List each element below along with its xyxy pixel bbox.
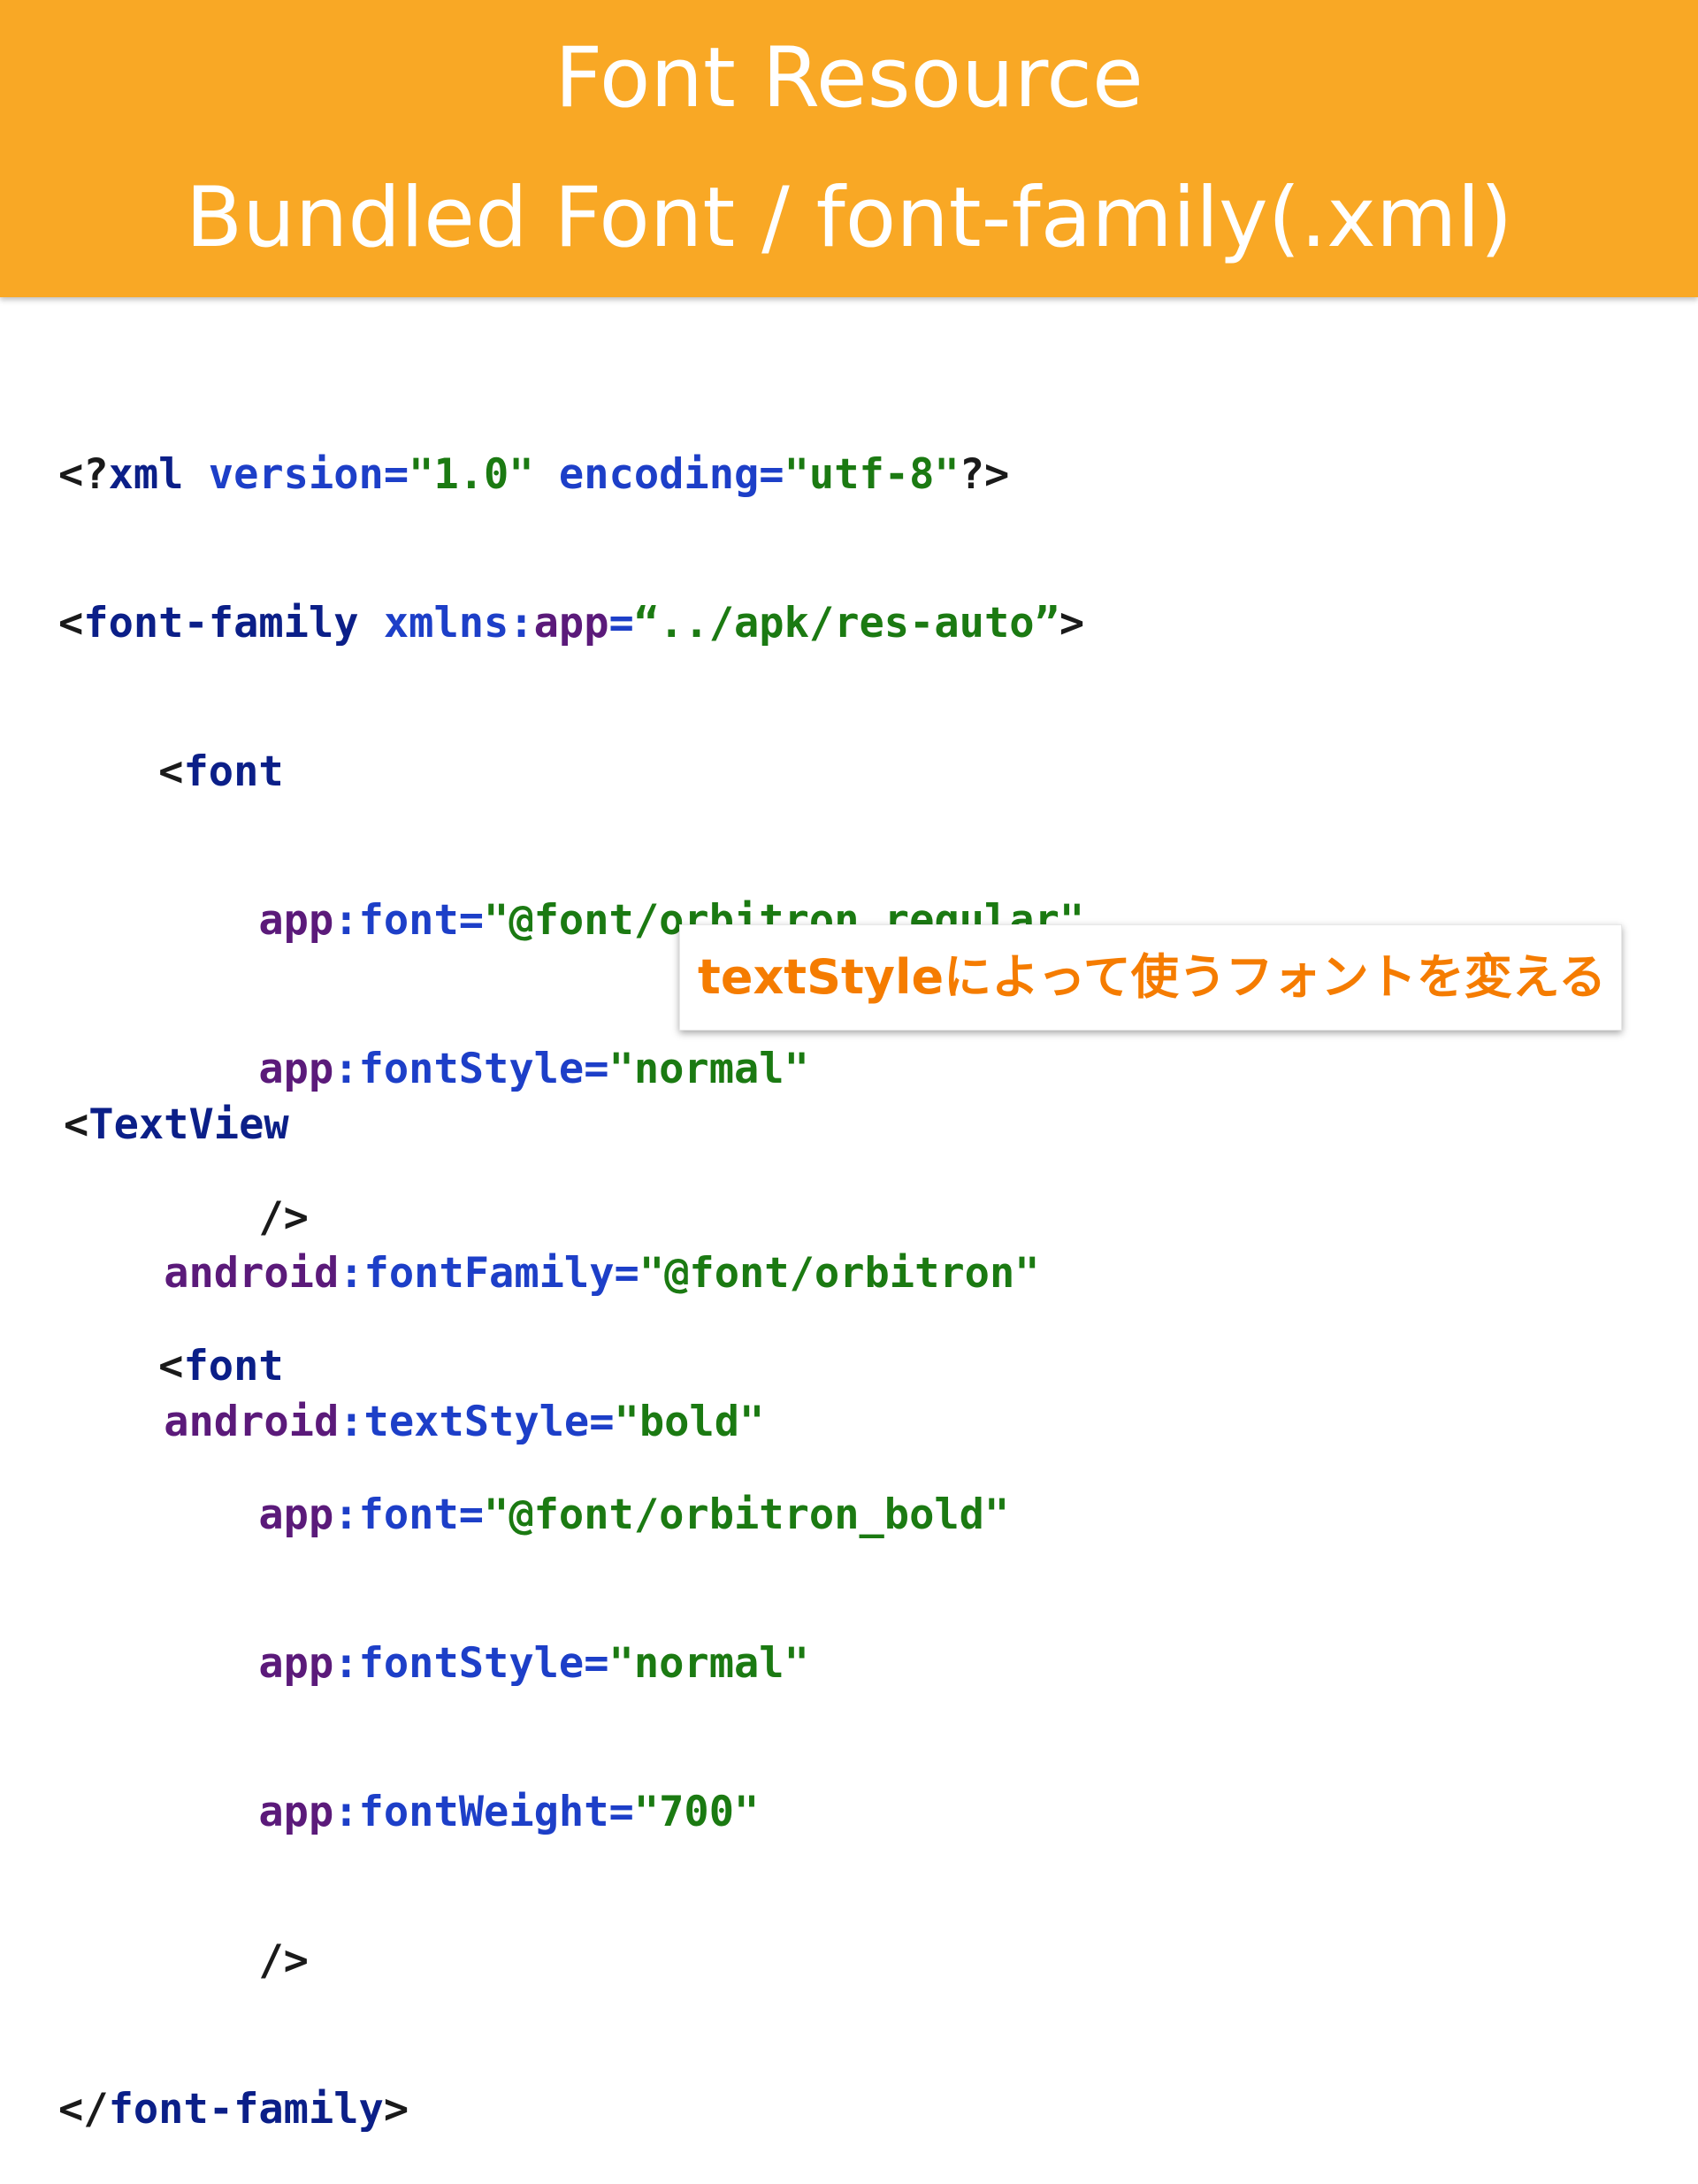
code-token: “../apk/res-auto” — [633, 599, 1059, 648]
code-token: :fontStyle= — [333, 1639, 609, 1688]
code-token: "700" — [633, 1788, 760, 1836]
code-token: android — [164, 1398, 340, 1446]
code-line: app:font="@font/orbitron_bold" — [58, 1490, 1084, 1540]
code-token: <? — [58, 450, 109, 499]
callout-text: textStyleによって使うフォントを変える — [698, 949, 1607, 1005]
code-token: version= — [183, 450, 409, 499]
code-token: TextView — [88, 1100, 289, 1149]
code-token: > — [1059, 599, 1085, 648]
code-token: < — [58, 747, 184, 796]
code-token: < — [58, 599, 84, 648]
slide-subtitle: Bundled Font / font-family(.xml) — [185, 170, 1513, 266]
code-token: "bold" — [614, 1398, 765, 1446]
code-token: "1.0" — [409, 450, 534, 499]
code-token: :textStyle= — [339, 1398, 615, 1446]
slide-title: Font Resource — [555, 30, 1143, 126]
code-token: app — [258, 1639, 334, 1688]
code-line: </font-family> — [58, 2085, 1084, 2134]
code-line: android:fontFamily="@font/orbitron" — [64, 1249, 1039, 1299]
code-line: <TextView — [64, 1100, 1040, 1150]
code-line: <font-family xmlns:app=“../apk/res-auto”… — [58, 599, 1084, 648]
code-token: app — [533, 599, 609, 648]
code-token: > — [383, 2085, 409, 2134]
code-token: font-family — [83, 599, 359, 648]
code-token: "utf-8" — [784, 450, 960, 499]
code-token: = — [608, 599, 634, 648]
code-token: "@font/orbitron_bold" — [484, 1490, 1010, 1539]
code-token: font — [183, 747, 284, 796]
code-token: :font= — [333, 1490, 485, 1539]
code-line: app:fontStyle="normal" — [58, 1639, 1084, 1689]
code-token: /> — [58, 1936, 309, 1985]
code-token: app — [258, 896, 334, 945]
slide-header: Font Resource Bundled Font / font-family… — [0, 0, 1698, 297]
code-token: xmlns: — [358, 599, 534, 648]
code-token: encoding= — [533, 450, 784, 499]
code-line: /> — [58, 1936, 1084, 1986]
code-token: :font= — [333, 896, 485, 945]
code-line: app:fontWeight="700" — [58, 1788, 1084, 1837]
code-token: </ — [58, 2085, 109, 2134]
code-line: android:textStyle="bold" — [64, 1398, 1040, 1447]
textview-xml-code: <TextView android:fontFamily="@font/orbi… — [64, 1001, 1040, 1497]
code-token: app — [258, 1490, 334, 1539]
code-token: "normal" — [608, 1639, 809, 1688]
code-token: < — [64, 1100, 89, 1149]
code-token: ?> — [959, 450, 1010, 499]
code-token: font-family — [108, 2085, 384, 2134]
code-token: xml — [108, 450, 184, 499]
code-token: app — [258, 1788, 334, 1836]
callout-box: textStyleによって使うフォントを変える — [679, 924, 1622, 1031]
code-line: <?xml version="1.0" encoding="utf-8"?> — [58, 450, 1084, 500]
code-token: :fontWeight= — [333, 1788, 634, 1836]
code-line: <font — [58, 747, 1084, 797]
